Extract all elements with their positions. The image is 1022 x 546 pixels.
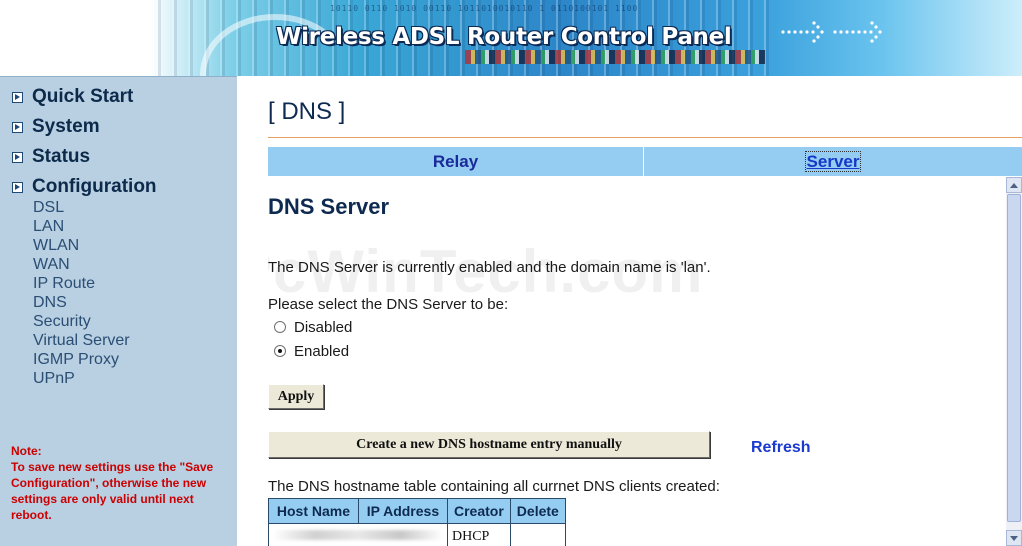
radio-button-checked-icon[interactable] [274, 345, 286, 357]
tab-bar: Relay Server [268, 147, 1022, 176]
nav-label: Configuration [32, 176, 157, 197]
scroll-down-button[interactable] [1006, 530, 1022, 546]
save-note: Note: To save new settings use the "Save… [11, 443, 233, 523]
bullet-arrow-icon [12, 151, 23, 163]
tab-relay[interactable]: Relay [268, 147, 644, 176]
section-title: DNS Server [268, 194, 390, 219]
bullet-arrow-icon [12, 121, 23, 133]
page-title: [ DNS ] [268, 98, 346, 125]
scroll-up-button[interactable] [1006, 177, 1022, 193]
config-item-dsl[interactable]: DSL [33, 198, 64, 217]
column-header-creator: Creator [447, 498, 511, 524]
redacted-text [273, 529, 443, 540]
column-header-ip-address: IP Address [357, 498, 449, 524]
table-caption: The DNS hostname table containing all cu… [268, 478, 720, 495]
nav-label: System [32, 116, 100, 137]
delete-cell[interactable] [509, 523, 566, 546]
vertical-scrollbar[interactable] [1006, 177, 1022, 546]
column-header-delete: Delete [509, 498, 566, 524]
dns-status-text: The DNS Server is currently enabled and … [268, 259, 711, 276]
config-item-upnp[interactable]: UPnP [33, 369, 75, 388]
nav-system[interactable]: System [12, 115, 100, 139]
config-item-virtual-server[interactable]: Virtual Server [33, 331, 130, 350]
config-item-igmp-proxy[interactable]: IGMP Proxy [33, 350, 119, 369]
apply-button[interactable]: Apply [268, 384, 324, 409]
table-row: DHCP [268, 523, 566, 546]
tab-label: Relay [432, 152, 479, 171]
dns-hostname-table: Host Name IP Address Creator Delete DHCP [268, 498, 566, 546]
select-prompt: Please select the DNS Server to be: [268, 296, 509, 313]
host-cell-redacted [268, 523, 448, 546]
chevron-down-icon [1010, 535, 1018, 541]
banner-arrow-icon [780, 20, 828, 44]
title-divider [268, 137, 1022, 138]
note-text: To save new settings use the "Save Confi… [11, 460, 214, 522]
content-area: PcWinTech.com DNS Server The DNS Server … [268, 177, 1006, 546]
radio-label: Disabled [294, 318, 353, 336]
config-item-dns[interactable]: DNS [33, 293, 67, 312]
sidebar: Quick Start System Status Configuration … [0, 76, 237, 546]
banner-arrow-icon [832, 20, 884, 44]
nav-configuration[interactable]: Configuration [12, 175, 157, 199]
banner-mosaic-graphic [465, 50, 765, 64]
tab-server[interactable]: Server [644, 147, 1022, 176]
config-item-lan[interactable]: LAN [33, 217, 64, 236]
bullet-arrow-icon [12, 181, 23, 193]
bullet-arrow-icon [12, 91, 23, 103]
config-item-wlan[interactable]: WLAN [33, 236, 79, 255]
scroll-thumb[interactable] [1007, 194, 1021, 522]
create-hostname-entry-button[interactable]: Create a new DNS hostname entry manually [268, 431, 710, 458]
refresh-link[interactable]: Refresh [751, 439, 811, 457]
chevron-up-icon [1010, 182, 1018, 188]
config-item-ip-route[interactable]: IP Route [33, 274, 95, 293]
radio-label: Enabled [294, 342, 350, 360]
header-banner: 10110 0110 1010 00110 1011010010110 1 01… [0, 0, 1022, 76]
tab-label: Server [804, 151, 862, 172]
nav-label: Quick Start [32, 86, 134, 107]
radio-enabled[interactable]: Enabled [274, 341, 349, 361]
config-item-security[interactable]: Security [33, 312, 91, 331]
radio-button-icon[interactable] [274, 321, 286, 333]
nav-quick-start[interactable]: Quick Start [12, 85, 133, 109]
table-header-row: Host Name IP Address Creator Delete [268, 498, 566, 524]
note-label: Note: [11, 444, 42, 458]
nav-status[interactable]: Status [12, 145, 90, 169]
config-item-wan[interactable]: WAN [33, 255, 70, 274]
banner-binary-text: 10110 0110 1010 00110 1011010010110 1 01… [330, 4, 639, 13]
column-header-host-name: Host Name [268, 498, 359, 524]
creator-cell: DHCP [447, 523, 511, 546]
radio-disabled[interactable]: Disabled [274, 317, 352, 337]
nav-label: Status [32, 146, 91, 167]
